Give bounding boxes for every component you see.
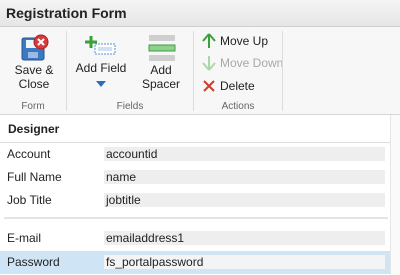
save-close-button[interactable]: Save & Close	[6, 33, 62, 91]
spacer-bar	[4, 217, 388, 219]
vertical-scrollbar[interactable]	[390, 115, 400, 275]
field-value: accountid	[104, 147, 385, 161]
spacer-row[interactable]	[0, 213, 390, 223]
window-titlebar: Registration Form	[0, 0, 400, 27]
add-spacer-button[interactable]: Add Spacer	[135, 33, 187, 91]
delete-button[interactable]: Delete	[202, 77, 255, 95]
field-value: name	[104, 170, 385, 184]
add-spacer-label-2: Spacer	[141, 77, 181, 91]
add-field-button[interactable]: Add Field	[71, 35, 131, 87]
ribbon: Save & Close Form Add Field Add Spacer F…	[0, 27, 400, 115]
designer-header: Designer	[0, 115, 400, 143]
field-value: fs_portalpassword	[104, 255, 385, 269]
field-row-job-title[interactable]: Job Title jobtitle	[0, 189, 390, 212]
add-spacer-icon	[148, 35, 176, 61]
add-field-icon	[85, 36, 116, 55]
arrow-down-icon	[202, 56, 216, 71]
field-label: Job Title	[7, 193, 52, 207]
field-label: Account	[7, 147, 51, 161]
add-field-label: Add Field	[75, 61, 127, 75]
delete-label: Delete	[220, 79, 255, 93]
field-row-password[interactable]: Password fs_portalpassword	[0, 251, 390, 274]
field-value: jobtitle	[104, 193, 385, 207]
field-value: emailaddress1	[104, 231, 385, 245]
chevron-down-icon	[96, 81, 106, 87]
add-spacer-label-1: Add	[150, 63, 172, 77]
delete-icon	[203, 80, 215, 92]
arrow-up-icon	[202, 33, 216, 48]
field-label: Password	[7, 255, 60, 269]
designer-title: Designer	[8, 122, 60, 136]
move-down-label: Move Down	[220, 56, 284, 70]
save-close-label-1: Save &	[14, 63, 54, 77]
field-row-email[interactable]: E-mail emailaddress1	[0, 227, 390, 250]
move-up-button[interactable]: Move Up	[202, 32, 268, 50]
save-close-label-2: Close	[18, 77, 50, 91]
group-label-actions: Actions	[221, 101, 255, 112]
move-down-button[interactable]: Move Down	[202, 54, 283, 72]
field-row-account[interactable]: Account accountid	[0, 143, 390, 166]
save-close-icon	[21, 34, 49, 61]
ribbon-divider	[282, 31, 283, 111]
group-label-form: Form	[21, 101, 45, 112]
ribbon-group-actions: Move Up Move Down Delete Actions	[194, 27, 283, 115]
field-row-full-name[interactable]: Full Name name	[0, 166, 390, 189]
field-label: E-mail	[7, 231, 42, 245]
ribbon-group-form: Save & Close Form	[0, 27, 66, 115]
group-label-fields: Fields	[116, 101, 144, 112]
ribbon-group-fields: Add Field Add Spacer Fields	[67, 27, 193, 115]
window-title: Registration Form	[6, 5, 127, 21]
move-up-label: Move Up	[220, 34, 269, 48]
field-label: Full Name	[7, 170, 62, 184]
